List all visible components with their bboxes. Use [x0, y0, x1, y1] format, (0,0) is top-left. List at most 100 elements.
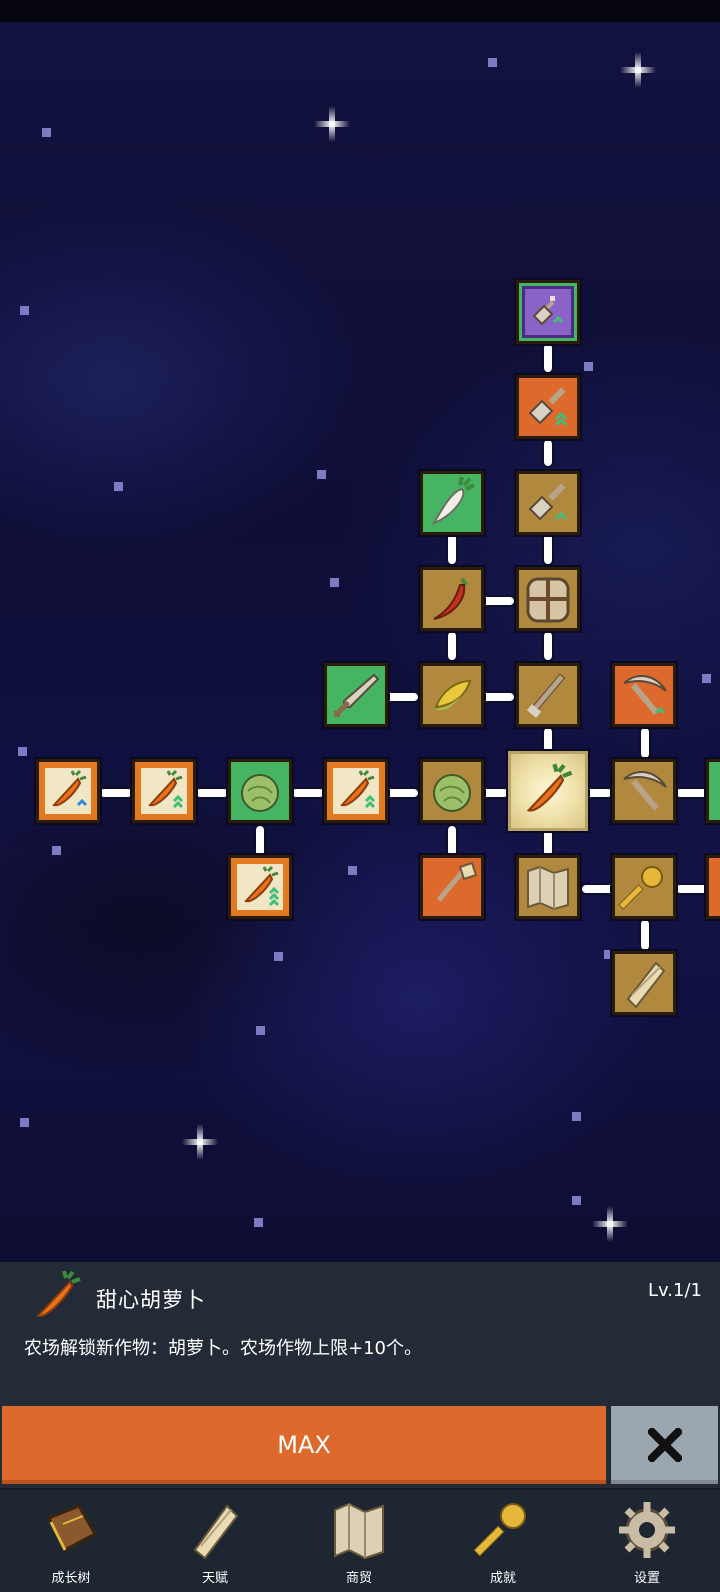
skill-node-backpack[interactable]: [516, 567, 580, 631]
skill-node-carrot-selected[interactable]: [508, 751, 588, 831]
book-icon: [46, 1504, 98, 1553]
sparkle-star: [592, 1206, 628, 1242]
tree-link: [448, 826, 456, 856]
skill-name: 甜心胡萝卜: [96, 1288, 206, 1312]
tree-link: [544, 440, 552, 466]
skill-node-carrot-1[interactable]: [36, 759, 100, 823]
close-button[interactable]: [611, 1406, 718, 1484]
chili-icon: [433, 577, 468, 620]
star: [488, 58, 497, 67]
tree-link: [256, 826, 264, 856]
skill-node-chili[interactable]: [420, 567, 484, 631]
nav-label: 成长树: [51, 1571, 91, 1586]
carrot-icon: [244, 865, 280, 907]
skill-node-shovel-purple[interactable]: [516, 280, 580, 344]
tree-link: [544, 344, 552, 372]
star: [52, 846, 61, 855]
shovel-icon: [528, 387, 568, 427]
skill-node-map[interactable]: [516, 855, 580, 919]
carrot-icon: [52, 769, 88, 807]
backpack-icon: [526, 577, 570, 623]
nav-achievement[interactable]: 成就: [448, 1490, 558, 1592]
star: [584, 362, 593, 371]
star: [572, 1196, 581, 1205]
sword-icon: [334, 673, 380, 717]
broom-icon: [436, 861, 478, 902]
skill-node-pickaxe-orange[interactable]: [612, 663, 676, 727]
tree-link: [641, 920, 649, 950]
star: [274, 952, 283, 961]
starfield-background: [0, 22, 720, 1262]
tree-link: [544, 830, 552, 856]
skill-node-sword[interactable]: [324, 663, 388, 727]
game-screen: 甜心胡萝卜 Lv.1/1 农场解锁新作物：胡萝卜。农场作物上限+10个。 MAX…: [0, 0, 720, 1592]
tree-link: [386, 693, 418, 701]
star: [256, 1026, 265, 1035]
map-icon: [527, 865, 569, 911]
skill-node-shovel-gold[interactable]: [516, 471, 580, 535]
tree-link: [196, 789, 228, 797]
star: [317, 470, 326, 479]
cabbage-icon: [241, 774, 279, 812]
skill-node-corn[interactable]: [420, 663, 484, 727]
max-button[interactable]: MAX: [2, 1406, 606, 1484]
cabbage-icon: [433, 774, 471, 812]
scroll-icon: [193, 1504, 239, 1560]
close-icon: [647, 1428, 682, 1462]
nav-growth-tree[interactable]: 成长树: [16, 1490, 126, 1592]
skill-node-key[interactable]: [612, 855, 676, 919]
star: [20, 306, 29, 315]
skill-node-carrot-3[interactable]: [324, 759, 388, 823]
tree-link: [676, 885, 708, 893]
gear-icon: [619, 1502, 675, 1558]
skill-node-broom[interactable]: [420, 855, 484, 919]
key-icon: [473, 1503, 526, 1557]
nav-label: 商贸: [345, 1571, 372, 1586]
skill-node-rake[interactable]: [516, 663, 580, 727]
corn-icon: [434, 679, 472, 711]
shovel-icon: [532, 296, 564, 326]
tree-link: [448, 632, 456, 660]
carrot-icon: [36, 1270, 81, 1318]
star: [20, 1118, 29, 1127]
scroll-icon: [626, 961, 666, 1009]
tree-link: [100, 789, 132, 797]
pickaxe-icon: [623, 771, 667, 811]
tree-link: [386, 789, 418, 797]
tree-link: [641, 728, 649, 758]
nav-talent[interactable]: 天赋: [160, 1490, 270, 1592]
nav-trade[interactable]: 商贸: [304, 1490, 414, 1592]
sparkle-star: [620, 52, 656, 88]
skill-node-carrot-4[interactable]: [228, 855, 292, 919]
sparkle-star: [182, 1124, 226, 1168]
nav-label: 成就: [489, 1571, 516, 1586]
skill-node-cabbage-2[interactable]: [420, 759, 484, 823]
tree-link: [586, 789, 612, 797]
tree-link: [292, 789, 324, 797]
sparkle-star: [314, 106, 350, 142]
skill-node-radish[interactable]: [420, 471, 484, 535]
skill-node-offscreen-right[interactable]: [706, 759, 720, 823]
star: [18, 747, 27, 756]
skill-node-offscreen-right[interactable]: [706, 855, 720, 919]
tree-link: [544, 534, 552, 564]
skill-node-scroll[interactable]: [612, 951, 676, 1015]
status-bar: [0, 0, 720, 22]
star: [114, 482, 123, 491]
star: [572, 1112, 581, 1121]
tree-link: [482, 789, 508, 797]
nav-settings[interactable]: 设置: [592, 1490, 702, 1592]
tree-link: [582, 885, 614, 893]
tree-link: [482, 597, 514, 605]
carrot-icon: [526, 763, 573, 812]
pickaxe-icon: [623, 675, 667, 715]
skill-node-pickaxe-gold[interactable]: [612, 759, 676, 823]
star: [348, 866, 357, 875]
nav-label: 天赋: [201, 1571, 228, 1586]
skill-node-shovel-orange[interactable]: [516, 375, 580, 439]
skill-node-carrot-2[interactable]: [132, 759, 196, 823]
skill-node-cabbage-1[interactable]: [228, 759, 292, 823]
map-icon: [334, 1502, 384, 1560]
carrot-icon: [148, 769, 184, 809]
star: [254, 1218, 263, 1227]
